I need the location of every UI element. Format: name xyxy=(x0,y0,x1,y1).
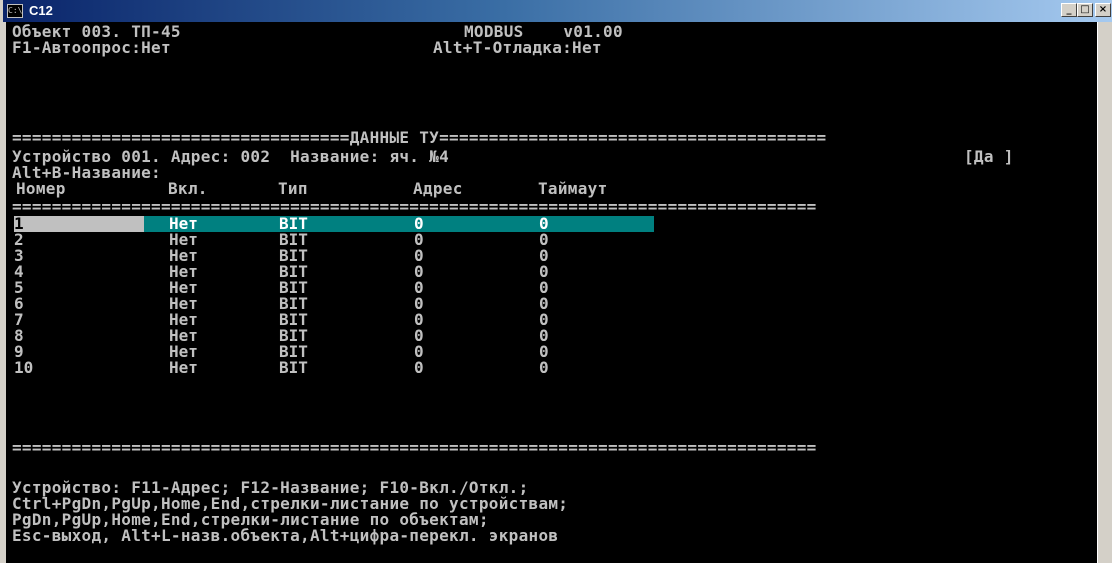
table-row[interactable]: 3 Нет BIT 0 0 xyxy=(14,248,654,264)
cell-enabled[interactable]: Нет xyxy=(169,360,198,376)
column-header-number: Номер xyxy=(16,179,66,198)
cell-timeout[interactable]: 0 xyxy=(539,360,549,376)
close-button[interactable]: × xyxy=(1095,3,1111,17)
column-header-enabled: Вкл. xyxy=(168,179,208,198)
cell-address[interactable]: 0 xyxy=(414,360,424,376)
table-row[interactable]: 9 Нет BIT 0 0 xyxy=(14,344,654,360)
help-line-4: Esc-выход, Alt+L-назв.объекта,Alt+цифра-… xyxy=(12,526,559,545)
debug-status: Alt+T-Отладка:Нет xyxy=(433,38,602,57)
vertical-scrollbar[interactable] xyxy=(1097,22,1112,563)
autopoll-status: F1-Автоопрос:Нет xyxy=(12,38,171,57)
cell-type[interactable]: BIT xyxy=(279,360,308,376)
cell-number[interactable]: 1 xyxy=(14,216,144,232)
column-header-timeout: Таймаут xyxy=(538,179,608,198)
column-header-address: Адрес xyxy=(413,179,463,198)
maximize-button[interactable]: □ xyxy=(1077,3,1093,17)
data-table: 1 Нет BIT 0 0 2 Нет BIT 0 0 3 Нет BIT 0 … xyxy=(14,216,654,376)
table-row[interactable]: 7 Нет BIT 0 0 xyxy=(14,312,654,328)
section-divider-title: ==================================ДАННЫЕ… xyxy=(12,128,827,147)
window-title: C12 xyxy=(29,3,53,18)
table-top-divider: ========================================… xyxy=(12,197,817,216)
minimize-button[interactable]: _ xyxy=(1061,3,1077,17)
column-header-type: Тип xyxy=(278,179,308,198)
table-bottom-divider: ========================================… xyxy=(12,438,817,457)
title-bar[interactable]: C:\ C12 _ □ × xyxy=(3,0,1112,22)
table-row[interactable]: 2 Нет BIT 0 0 xyxy=(14,232,654,248)
cell-number[interactable]: 10 xyxy=(14,360,33,376)
table-row[interactable]: 10 Нет BIT 0 0 xyxy=(14,360,654,376)
table-row[interactable]: 5 Нет BIT 0 0 xyxy=(14,280,654,296)
console-area[interactable]: Объект 003. ТП-45 MODBUS v01.00 F1-Автоо… xyxy=(6,22,1097,563)
device-enabled-flag: [Да ] xyxy=(964,147,1014,166)
table-row[interactable]: 1 Нет BIT 0 0 xyxy=(14,216,654,232)
table-row[interactable]: 4 Нет BIT 0 0 xyxy=(14,264,654,280)
console-window: C:\ C12 _ □ × Объект 003. ТП-45 MODBUS v… xyxy=(0,0,1112,563)
table-row[interactable]: 6 Нет BIT 0 0 xyxy=(14,296,654,312)
table-row[interactable]: 8 Нет BIT 0 0 xyxy=(14,328,654,344)
console-icon[interactable]: C:\ xyxy=(7,4,23,18)
